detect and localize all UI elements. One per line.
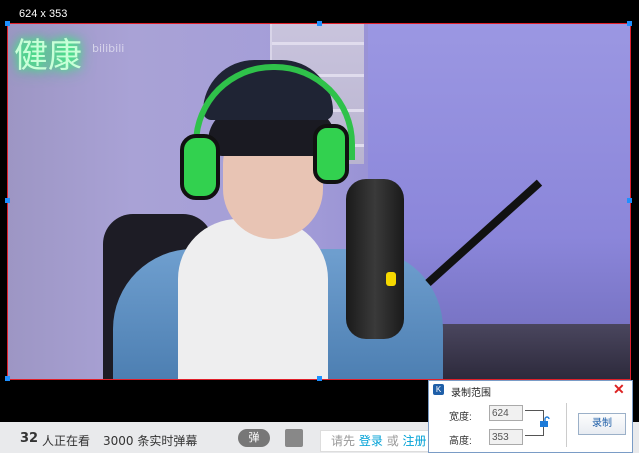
dialog-separator [566, 403, 567, 447]
viewer-count-label: 人正在看 [42, 434, 91, 448]
register-link[interactable]: 注册 [403, 434, 427, 448]
record-button[interactable]: 录制 [578, 413, 626, 435]
resize-handle-bottom[interactable] [317, 376, 322, 381]
resize-handle-top-right[interactable] [627, 21, 632, 26]
login-hint-prefix: 请先 [331, 434, 356, 448]
microphone-indicator [386, 272, 396, 286]
headphone-left-cup [180, 134, 220, 200]
dialog-header[interactable]: K 录制范围 ✕ [429, 381, 632, 399]
dialog-title: 录制范围 [451, 388, 491, 399]
viewer-count: 32 [20, 431, 39, 446]
close-icon[interactable]: ✕ [613, 381, 625, 398]
height-input[interactable] [489, 429, 523, 445]
danmaku-count: 3000 条实时弹幕 [103, 434, 198, 448]
headphone-right-cup [313, 124, 349, 184]
resize-handle-top[interactable] [317, 21, 322, 26]
microphone [346, 179, 404, 339]
resize-handle-right[interactable] [627, 198, 632, 203]
resize-handle-top-left[interactable] [5, 21, 10, 26]
danmaku-settings-icon[interactable] [285, 429, 303, 447]
login-link[interactable]: 登录 [359, 434, 383, 448]
record-range-dialog: K 录制范围 ✕ 宽度: 高度: 录制 [428, 380, 633, 453]
height-label: 高度: [449, 436, 472, 447]
unlock-icon[interactable] [539, 416, 550, 427]
app-logo-icon: K [433, 384, 444, 395]
capture-size-label: 624 x 353 [19, 8, 68, 20]
video-frame[interactable]: 健康 bilibili [8, 24, 630, 379]
width-input[interactable] [489, 405, 523, 421]
width-label: 宽度: [449, 412, 472, 423]
login-or: 或 [386, 434, 399, 448]
danmaku-toggle[interactable]: 弹 [238, 429, 270, 447]
person-hoodie [178, 219, 328, 379]
video-watermark: bilibili [92, 42, 125, 55]
resize-handle-left[interactable] [5, 198, 10, 203]
resize-handle-bottom-left[interactable] [5, 376, 10, 381]
